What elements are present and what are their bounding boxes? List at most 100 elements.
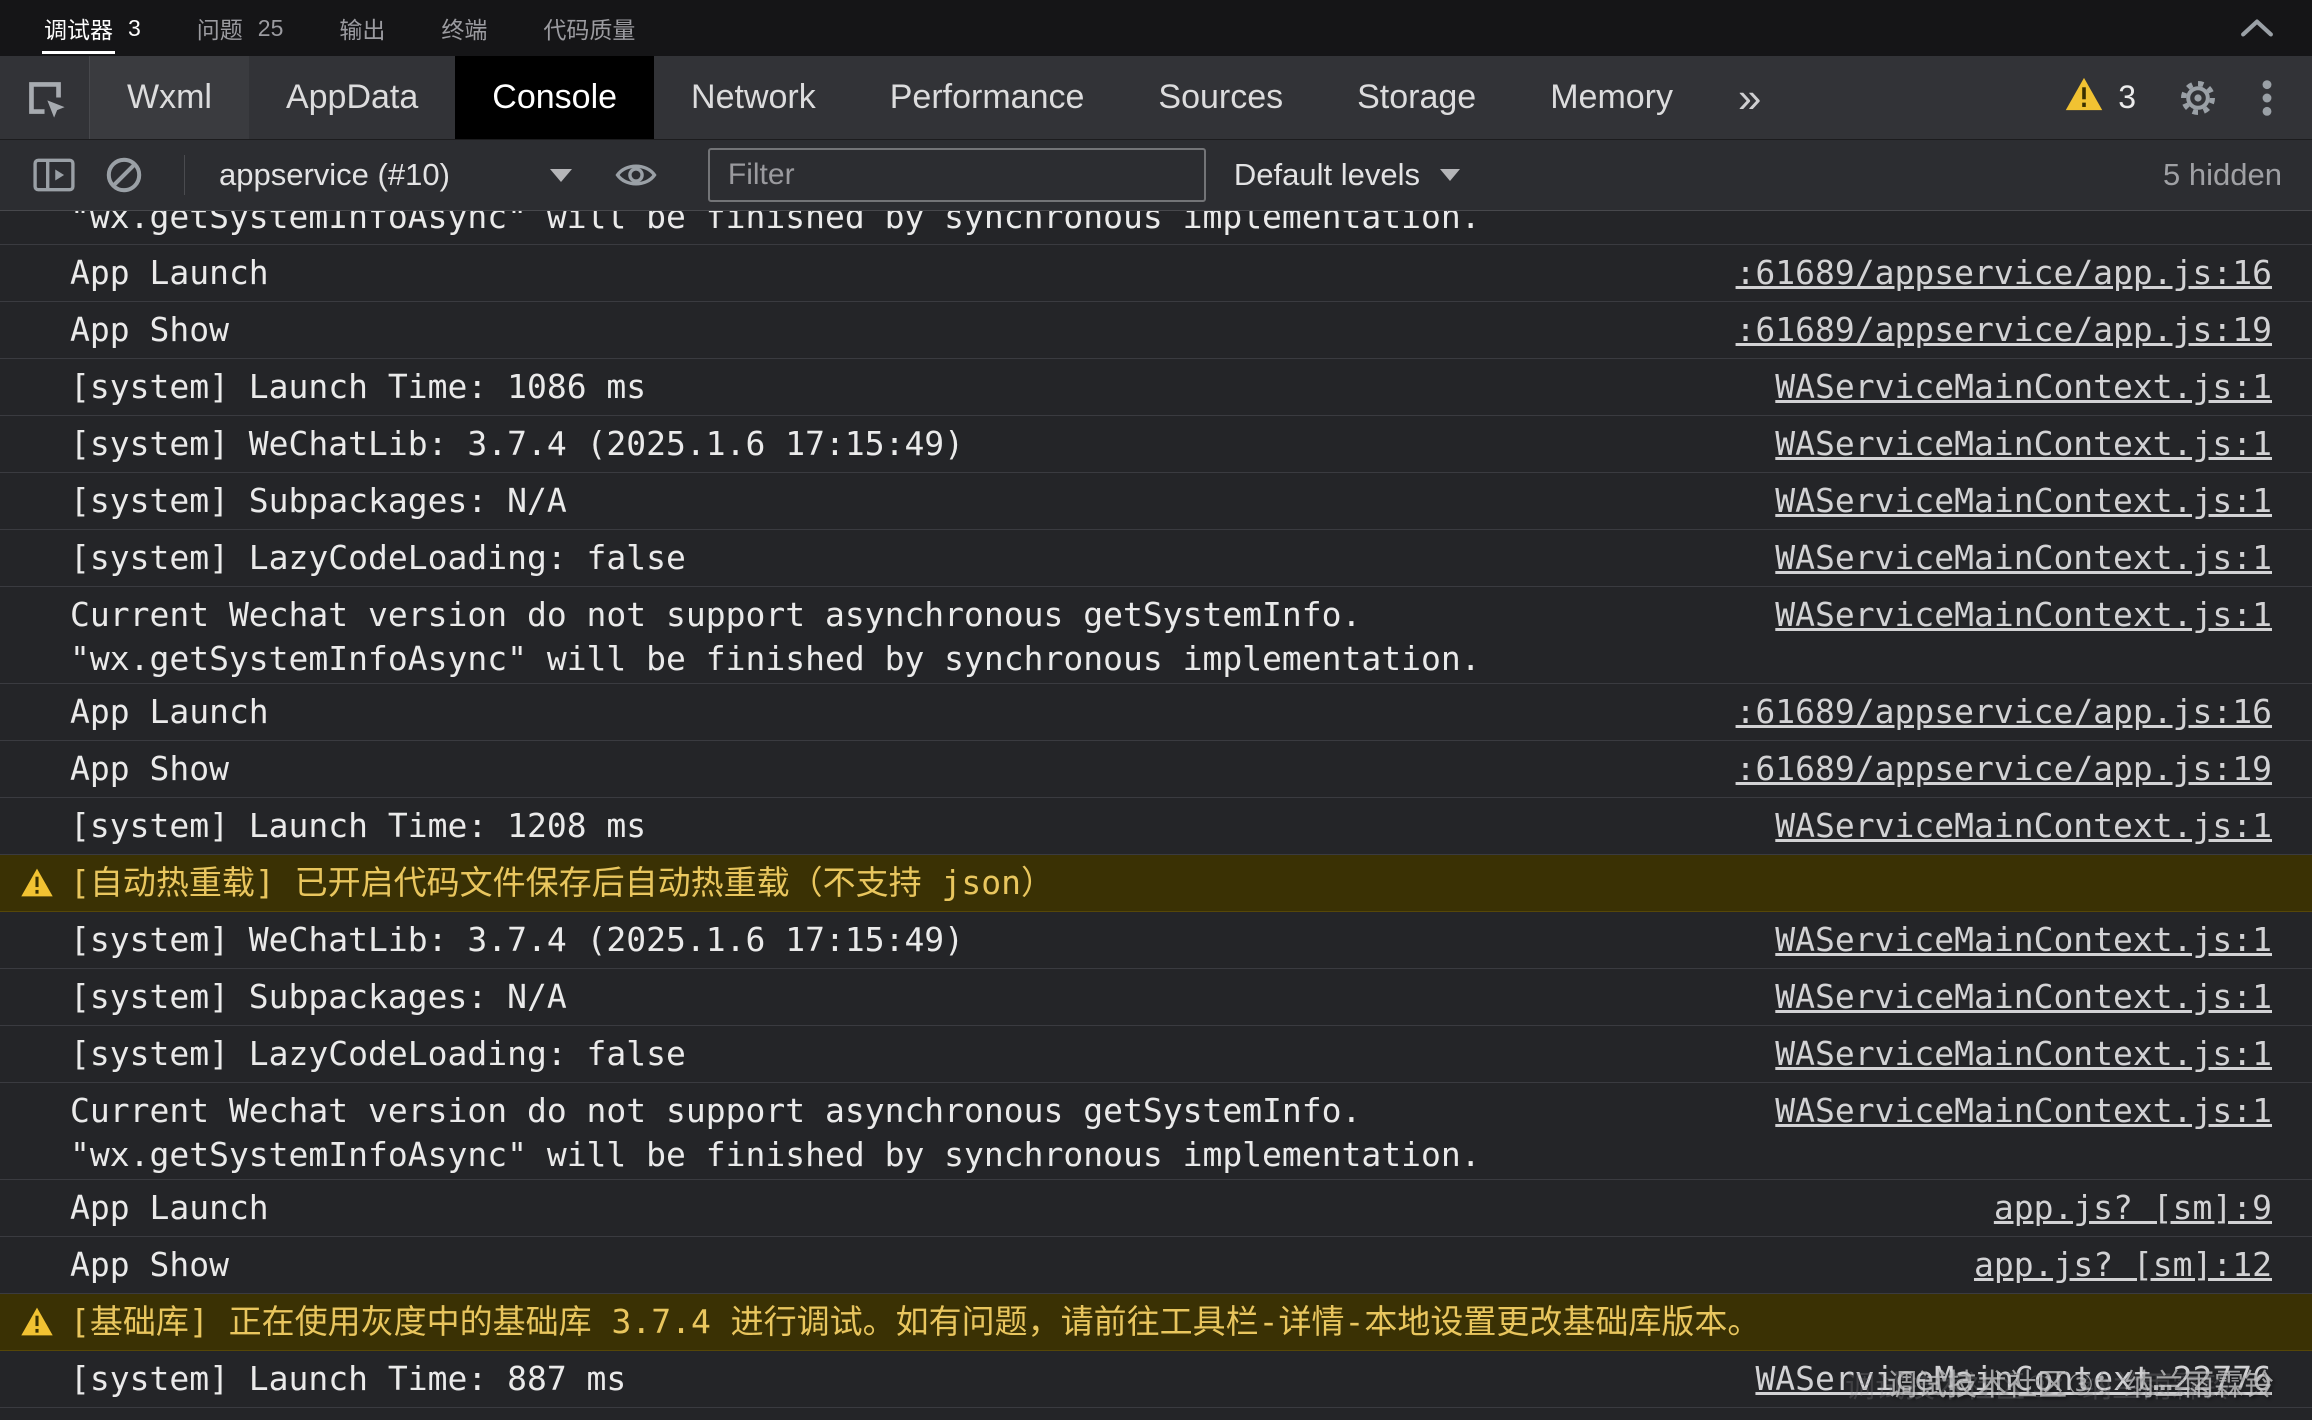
source-link[interactable]: WAServiceMainContext.js:1: [1735, 918, 2272, 962]
source-link[interactable]: :61689/appservice/app.js:19: [1696, 308, 2272, 352]
inspect-element-icon[interactable]: [0, 56, 90, 139]
log-message: App Launch: [70, 251, 269, 295]
tab-wxml[interactable]: Wxml: [90, 56, 249, 139]
log-message: [system] Subpackages: N/A: [70, 975, 567, 1019]
console-log-row: [system] Subpackages: N/A WAServiceMainC…: [0, 473, 2312, 530]
console-log-row: App Show app.js? [sm]:12: [0, 1237, 2312, 1294]
context-selector-label: appservice (#10): [219, 157, 450, 193]
log-message: [system] Launch Time: 1208 ms: [70, 804, 646, 848]
context-selector[interactable]: appservice (#10): [203, 157, 582, 193]
source-link[interactable]: :61689/appservice/app.js:16: [1696, 690, 2272, 734]
source-link[interactable]: app.js? [sm]:9: [1954, 1186, 2272, 1230]
source-link[interactable]: :61689/appservice/app.js:19: [1696, 747, 2272, 791]
chevron-down-icon: [1440, 169, 1460, 181]
warning-count: 3: [2118, 79, 2136, 116]
console-sidebar-icon[interactable]: [26, 147, 82, 203]
source-link[interactable]: WAServiceMainContext.js:1: [1735, 365, 2272, 409]
console-log-row: [system] Launch Time: 1208 ms WAServiceM…: [0, 798, 2312, 855]
devtools-tabbar: Wxml AppData Console Network Performance…: [0, 56, 2312, 140]
source-link[interactable]: WAServiceMainContext.js:1: [1735, 1089, 2272, 1133]
source-link[interactable]: WAServiceMainContext…22776: [1715, 1357, 2272, 1401]
panel-tab-terminal[interactable]: 终端: [441, 0, 487, 56]
console-log-row: [system] WeChatLib: 3.7.4 (2025.1.6 17:1…: [0, 416, 2312, 473]
more-tabs-icon[interactable]: »: [1710, 56, 1789, 139]
source-link[interactable]: WAServiceMainContext.js:1: [1735, 975, 2272, 1019]
source-link[interactable]: WAServiceMainContext.js:1: [1735, 593, 2272, 637]
panel-tab-code-quality[interactable]: 代码质量: [543, 0, 635, 56]
tabbar-right-controls: 3: [2064, 56, 2312, 139]
log-message: "wx.getSystemInfoAsync" will be finished…: [70, 211, 2272, 239]
panel-tab-label: 终端: [441, 11, 487, 45]
panel-tab-count: 3: [128, 15, 141, 42]
tab-storage[interactable]: Storage: [1320, 56, 1513, 139]
source-link[interactable]: :61689/appservice/app.js:16: [1696, 251, 2272, 295]
log-message: App Show: [70, 308, 229, 352]
tab-performance[interactable]: Performance: [853, 56, 1122, 139]
console-log-row: [system] WeChatLib: 3.7.4 (2025.1.6 17:1…: [0, 912, 2312, 969]
log-message: App Show: [70, 747, 229, 791]
log-message: [system] Subpackages: N/A: [70, 479, 567, 523]
warning-icon: [2064, 76, 2104, 120]
live-expression-eye-icon[interactable]: [608, 147, 664, 203]
tab-console[interactable]: Console: [455, 56, 654, 139]
toolbar-divider: [184, 155, 185, 195]
chevron-up-icon[interactable]: [2232, 0, 2282, 56]
console-log-row: [system] Subpackages: N/A WAServiceMainC…: [0, 969, 2312, 1026]
panel-tab-label: 输出: [339, 11, 385, 45]
source-link[interactable]: WAServiceMainContext.js:1: [1735, 479, 2272, 523]
wechat-devtools-debugger: 调试器 3 问题 25 输出 终端 代码质量 Wxml AppData: [0, 0, 2312, 211]
panel-tab-debugger[interactable]: 调试器 3: [44, 0, 141, 56]
ide-panel-tabbar: 调试器 3 问题 25 输出 终端 代码质量: [0, 0, 2312, 56]
chevron-down-icon: [550, 169, 572, 182]
hidden-messages-count[interactable]: 5 hidden: [2163, 157, 2282, 193]
source-link[interactable]: WAServiceMainContext.js:1: [1735, 804, 2272, 848]
log-message: [system] Launch Time: 1086 ms: [70, 365, 646, 409]
console-log-row: App Launch :61689/appservice/app.js:16: [0, 245, 2312, 302]
log-message: [system] WeChatLib: 3.7.4 (2025.1.6 17:1…: [70, 422, 964, 466]
kebab-menu-icon[interactable]: [2260, 78, 2274, 118]
tab-sources[interactable]: Sources: [1121, 56, 1320, 139]
warning-icon: [20, 867, 54, 898]
log-message: Current Wechat version do not support as…: [70, 593, 1481, 681]
panel-tab-label: 调试器: [44, 11, 113, 45]
log-message: [system] LazyCodeLoading: false: [70, 536, 686, 580]
log-message: [system] WeChatLib: 3.7.4 (2025.1.6 17:1…: [70, 918, 964, 962]
warnings-badge[interactable]: 3: [2064, 76, 2136, 120]
console-log-row: [system] Launch Time: 887 ms WAServiceMa…: [0, 1351, 2312, 1408]
source-link[interactable]: WAServiceMainContext.js:1: [1735, 422, 2272, 466]
console-log-list: "wx.getSystemInfoAsync" will be finished…: [0, 211, 2312, 1420]
log-message: [自动热重载] 已开启代码文件保存后自动热重载（不支持 json）: [70, 861, 1054, 905]
console-log-row: App Show :61689/appservice/app.js:19: [0, 741, 2312, 798]
console-log-row: Current Wechat version do not support as…: [0, 587, 2312, 684]
console-log-row: Current Wechat version do not support as…: [0, 1083, 2312, 1180]
console-log-row-clipped: "wx.getSystemInfoAsync" will be finished…: [0, 211, 2312, 245]
log-message: App Show: [70, 1243, 229, 1287]
warning-icon: [20, 1306, 54, 1337]
console-log-row: [自动热重载] 已开启代码文件保存后自动热重载（不支持 json）: [0, 855, 2312, 912]
tab-network[interactable]: Network: [654, 56, 853, 139]
gear-icon[interactable]: [2178, 78, 2218, 118]
panel-tab-count: 25: [258, 15, 284, 42]
panel-tab-label: 代码质量: [543, 11, 635, 45]
console-log-row: App Launch app.js? [sm]:9: [0, 1180, 2312, 1237]
tab-memory[interactable]: Memory: [1513, 56, 1710, 139]
filter-input[interactable]: [708, 148, 1206, 202]
source-link[interactable]: WAServiceMainContext.js:1: [1735, 1032, 2272, 1076]
source-link[interactable]: WAServiceMainContext.js:1: [1735, 536, 2272, 580]
log-message: [基础库] 正在使用灰度中的基础库 3.7.4 进行调试。如有问题，请前往工具栏…: [70, 1300, 1760, 1344]
source-link[interactable]: app.js? [sm]:12: [1934, 1243, 2272, 1287]
log-message: App Launch: [70, 1186, 269, 1230]
console-log-row: App Show :61689/appservice/app.js:19: [0, 302, 2312, 359]
log-levels-label: Default levels: [1234, 157, 1420, 193]
log-levels-dropdown[interactable]: Default levels: [1234, 157, 1460, 193]
panel-tab-problems[interactable]: 问题 25: [197, 0, 284, 56]
log-message: [system] Launch Time: 887 ms: [70, 1357, 626, 1401]
log-message: [system] LazyCodeLoading: false: [70, 1032, 686, 1076]
log-message: Current Wechat version do not support as…: [70, 1089, 1481, 1177]
console-toolbar: appservice (#10) Default levels 5 hidden: [0, 140, 2312, 211]
tab-appdata[interactable]: AppData: [249, 56, 455, 139]
clear-console-icon[interactable]: [96, 147, 152, 203]
console-log-row: App Launch :61689/appservice/app.js:16: [0, 684, 2312, 741]
panel-tab-output[interactable]: 输出: [339, 0, 385, 56]
console-log-row: [system] Launch Time: 1086 ms WAServiceM…: [0, 359, 2312, 416]
